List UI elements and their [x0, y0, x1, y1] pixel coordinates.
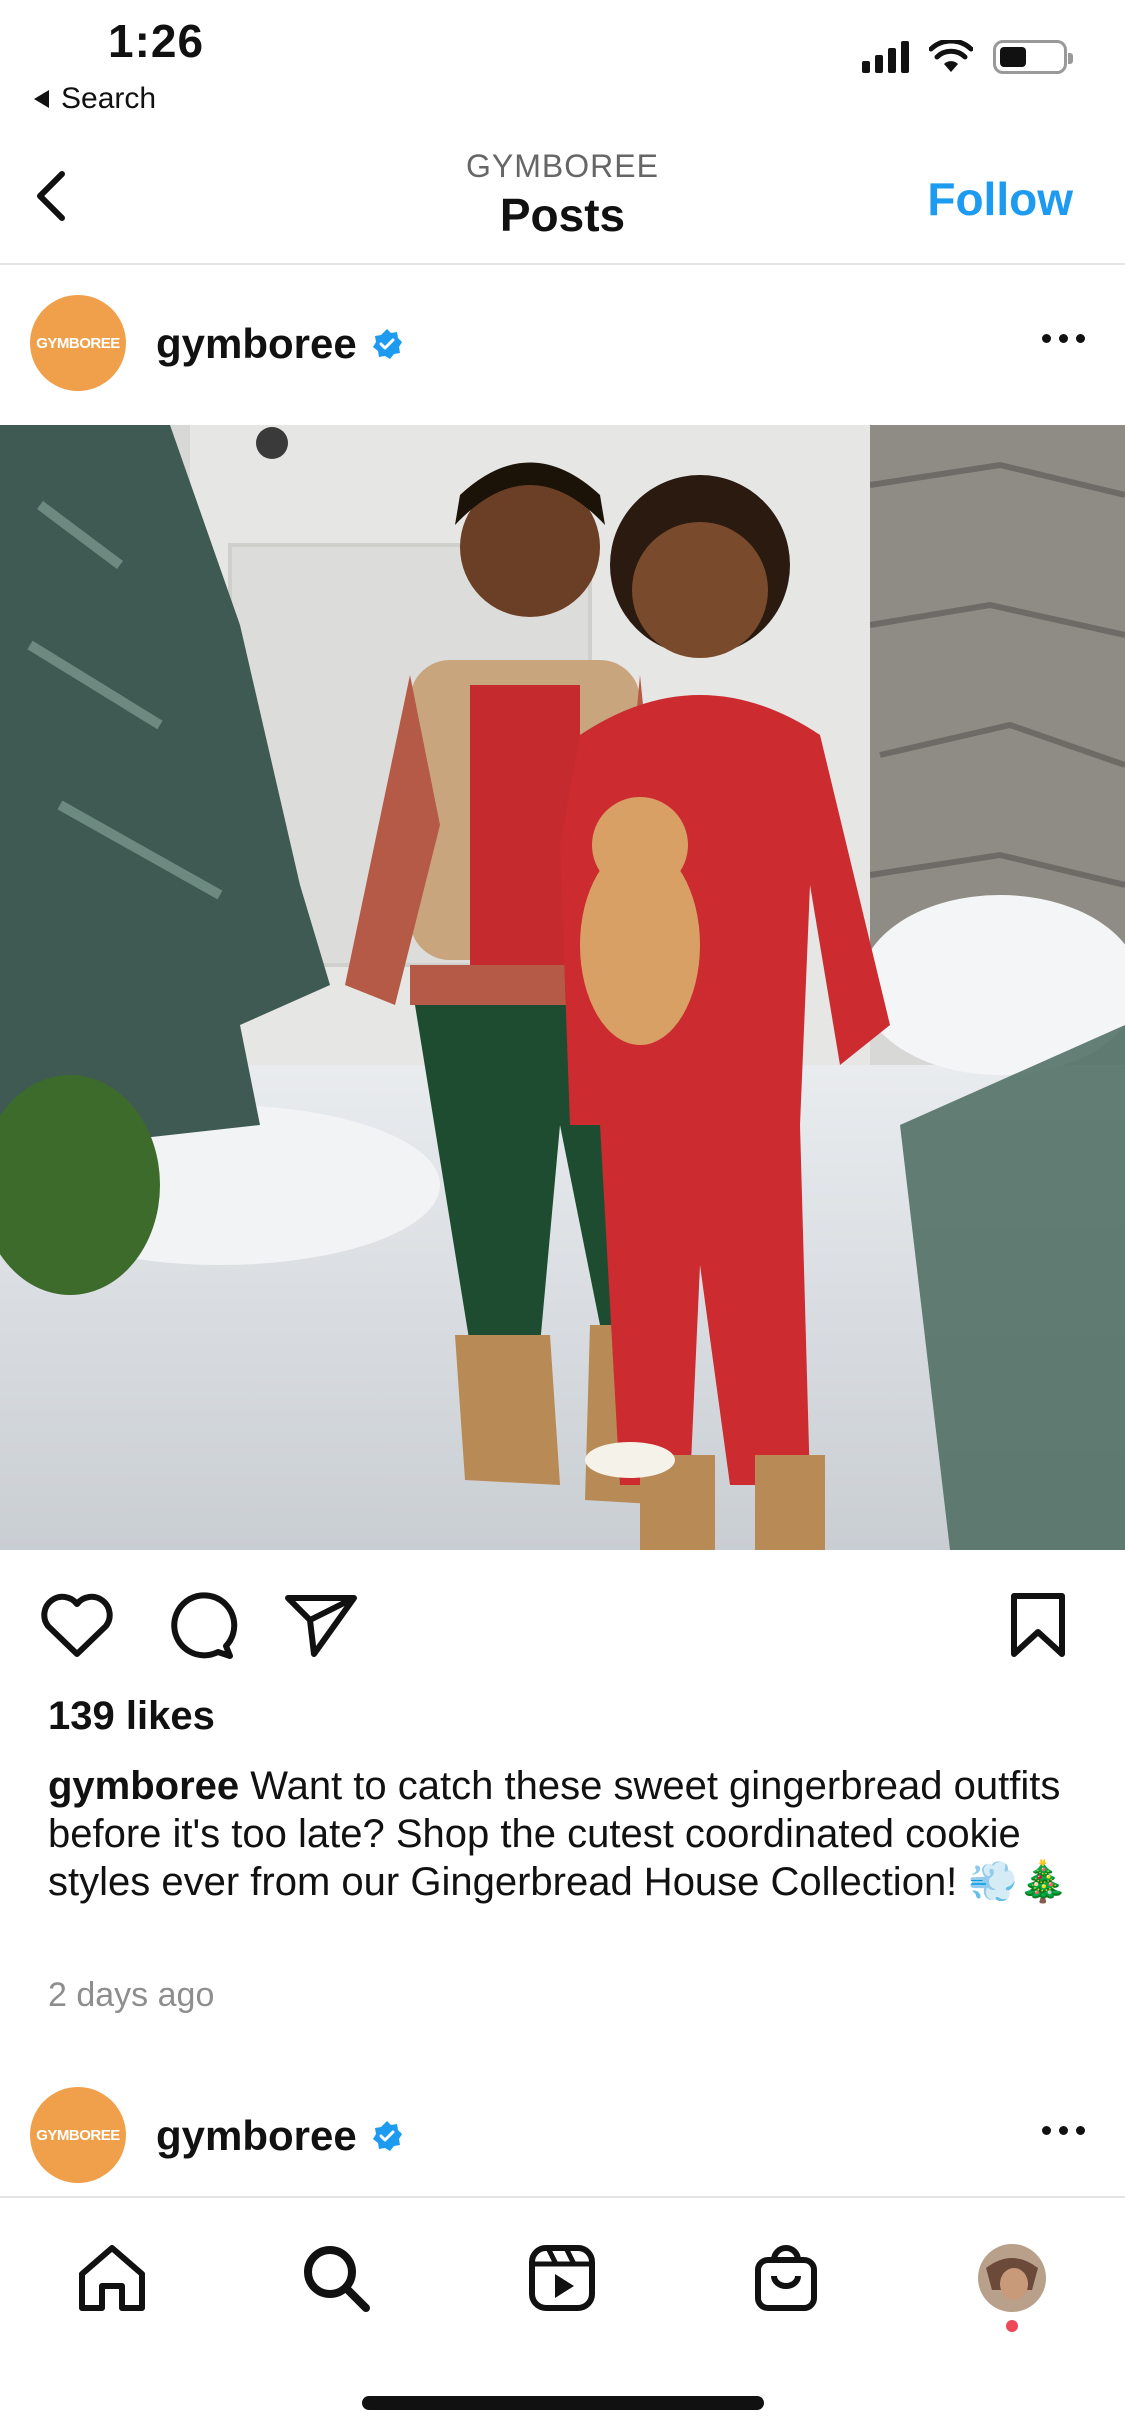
- like-heart-icon[interactable]: [38, 1590, 116, 1660]
- verified-badge-icon: [372, 2121, 402, 2151]
- profile-avatar[interactable]: [972, 2238, 1052, 2318]
- back-triangle-icon: [34, 90, 49, 108]
- post-username[interactable]: gymboree: [156, 320, 403, 368]
- home-indicator: [362, 2396, 764, 2410]
- likes-count[interactable]: 139 likes: [48, 1694, 215, 1739]
- username-label: gymboree: [156, 2112, 357, 2159]
- post-caption: gymboree Want to catch these sweet ginge…: [48, 1762, 1088, 1906]
- back-app-label: Search: [61, 82, 157, 115]
- cellular-signal-icon: [862, 41, 909, 73]
- avatar[interactable]: GYMBOREE: [30, 2087, 126, 2183]
- search-icon[interactable]: [296, 2238, 376, 2318]
- wifi-icon: [929, 40, 973, 72]
- comment-icon[interactable]: [160, 1590, 238, 1660]
- top-navigation-bar: GYMBOREE Posts Follow: [0, 130, 1125, 265]
- status-icons: [862, 40, 1073, 74]
- battery-icon: [993, 40, 1073, 74]
- back-to-app-link[interactable]: Search: [34, 82, 156, 116]
- more-options-icon[interactable]: [1042, 2126, 1085, 2135]
- caption-username[interactable]: gymboree: [48, 1764, 239, 1808]
- avatar[interactable]: GYMBOREE: [30, 295, 126, 391]
- post-timestamp: 2 days ago: [48, 1976, 215, 2014]
- next-post-header: GYMBOREE gymboree: [0, 2060, 1125, 2210]
- share-send-icon[interactable]: [282, 1590, 360, 1660]
- post-actions: [0, 1580, 1125, 1670]
- verified-badge-icon: [372, 329, 402, 359]
- post-header: GYMBOREE gymboree: [0, 268, 1125, 418]
- post-image[interactable]: [0, 425, 1125, 1550]
- follow-button[interactable]: Follow: [927, 172, 1073, 226]
- username-label: gymboree: [156, 320, 357, 367]
- post-username[interactable]: gymboree: [156, 2112, 403, 2160]
- save-bookmark-icon[interactable]: [1000, 1590, 1078, 1660]
- status-time: 1:26: [108, 15, 205, 67]
- more-options-icon[interactable]: [1042, 334, 1085, 343]
- shop-bag-icon[interactable]: [746, 2238, 826, 2318]
- home-icon[interactable]: [72, 2238, 152, 2318]
- status-bar: 1:26 Search: [0, 0, 1125, 130]
- notification-dot: [1006, 2320, 1018, 2332]
- reels-icon[interactable]: [522, 2238, 602, 2318]
